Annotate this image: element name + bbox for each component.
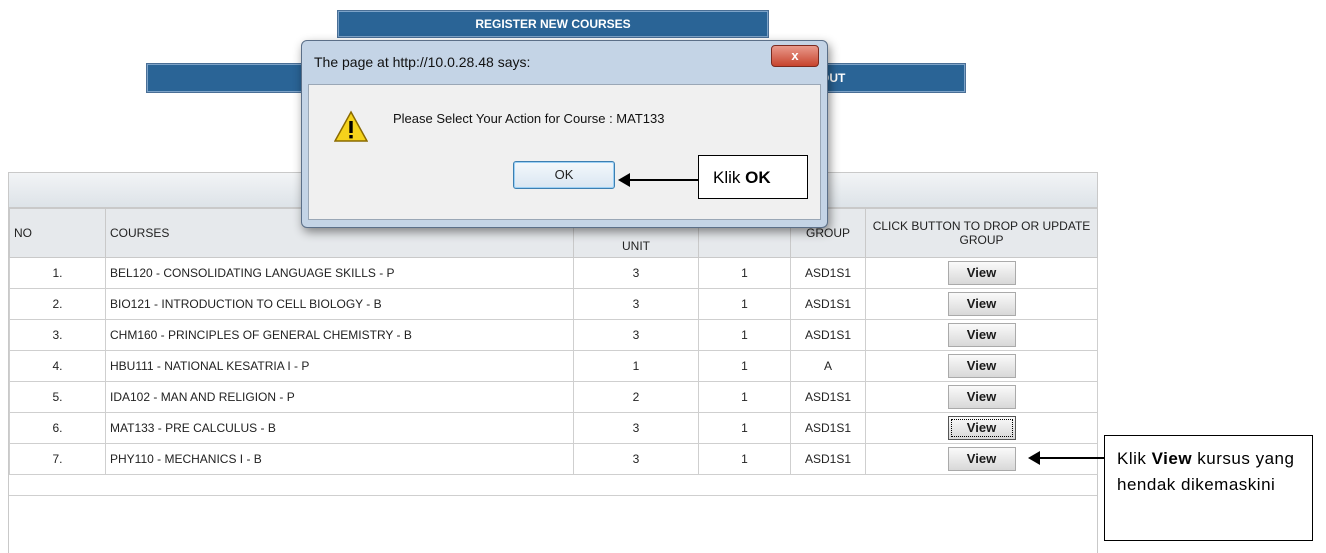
- cell-unit: 3: [573, 257, 699, 289]
- table-footer-divider: [9, 475, 1097, 496]
- ok-button[interactable]: OK: [513, 161, 615, 189]
- arrow-icon: [1028, 451, 1104, 465]
- cell-unit: 3: [573, 319, 699, 351]
- cell-taken: 1: [698, 350, 791, 382]
- table-row: 7. PHY110 - MECHANICS I - B 3 1 ASD1S1 V…: [9, 443, 1098, 475]
- cell-taken: 1: [698, 319, 791, 351]
- cell-course: MAT133 - PRE CALCULUS - B: [105, 412, 574, 444]
- arrow-icon: [618, 173, 698, 187]
- table-row: 4. HBU111 - NATIONAL KESATRIA I - P 1 1 …: [9, 350, 1098, 382]
- cell-course: CHM160 - PRINCIPLES OF GENERAL CHEMISTRY…: [105, 319, 574, 351]
- view-button[interactable]: View: [947, 354, 1016, 378]
- cell-action: View: [865, 443, 1098, 475]
- cell-group: ASD1S1: [790, 288, 866, 320]
- courses-table: NO COURSES UNIT NO. TAKEN GROUP CLICK BU…: [9, 208, 1098, 475]
- cell-action: View: [865, 381, 1098, 413]
- cell-course: HBU111 - NATIONAL KESATRIA I - P: [105, 350, 574, 382]
- cell-group: ASD1S1: [790, 319, 866, 351]
- dialog-title: The page at http://10.0.28.48 says:: [314, 54, 531, 70]
- table-row: 5. IDA102 - MAN AND RELIGION - P 2 1 ASD…: [9, 381, 1098, 413]
- callout-text: Klik: [713, 168, 746, 187]
- cell-unit: 3: [573, 288, 699, 320]
- close-button[interactable]: x: [771, 45, 819, 67]
- table-row: 3. CHM160 - PRINCIPLES OF GENERAL CHEMIS…: [9, 319, 1098, 351]
- header-action: CLICK BUTTON TO DROP OR UPDATE GROUP: [865, 208, 1098, 258]
- callout-bold: OK: [745, 168, 771, 187]
- cell-taken: 1: [698, 288, 791, 320]
- view-button[interactable]: View: [947, 447, 1016, 471]
- table-row: 6. MAT133 - PRE CALCULUS - B 3 1 ASD1S1 …: [9, 412, 1098, 444]
- cell-group: ASD1S1: [790, 412, 866, 444]
- callout-klik-ok: Klik OK: [698, 155, 808, 199]
- cell-group: ASD1S1: [790, 381, 866, 413]
- cell-action: View: [865, 412, 1098, 444]
- cell-no: 5.: [9, 381, 106, 413]
- cell-no: 3.: [9, 319, 106, 351]
- callout-text: Klik: [1117, 449, 1152, 468]
- cell-taken: 1: [698, 443, 791, 475]
- warning-icon: [334, 110, 368, 142]
- header-no: NO: [9, 208, 106, 258]
- view-button-mat133[interactable]: View: [947, 416, 1016, 440]
- cell-action: View: [865, 257, 1098, 289]
- cell-no: 4.: [9, 350, 106, 382]
- cell-action: View: [865, 350, 1098, 382]
- cell-action: View: [865, 288, 1098, 320]
- cell-course: PHY110 - MECHANICS I - B: [105, 443, 574, 475]
- cell-group: A: [790, 350, 866, 382]
- callout-klik-view: Klik View kursus yang hendak dikemaskini: [1104, 435, 1313, 541]
- cell-unit: 3: [573, 412, 699, 444]
- view-button[interactable]: View: [947, 292, 1016, 316]
- cell-course: BIO121 - INTRODUCTION TO CELL BIOLOGY - …: [105, 288, 574, 320]
- cell-taken: 1: [698, 257, 791, 289]
- cell-unit: 2: [573, 381, 699, 413]
- cell-no: 6.: [9, 412, 106, 444]
- cell-no: 7.: [9, 443, 106, 475]
- cell-course: IDA102 - MAN AND RELIGION - P: [105, 381, 574, 413]
- cell-unit: 3: [573, 443, 699, 475]
- cell-unit: 1: [573, 350, 699, 382]
- cell-course: BEL120 - CONSOLIDATING LANGUAGE SKILLS -…: [105, 257, 574, 289]
- cell-no: 1.: [9, 257, 106, 289]
- view-button[interactable]: View: [947, 385, 1016, 409]
- callout-bold: View: [1151, 449, 1193, 468]
- cell-group: ASD1S1: [790, 443, 866, 475]
- cell-no: 2.: [9, 288, 106, 320]
- table-row: 2. BIO121 - INTRODUCTION TO CELL BIOLOGY…: [9, 288, 1098, 320]
- cell-action: View: [865, 319, 1098, 351]
- dialog-message: Please Select Your Action for Course : M…: [393, 111, 665, 126]
- course-panel: CO NO COURSES UNIT NO. TAKEN GROUP CLICK…: [8, 172, 1098, 553]
- table-row: 1. BEL120 - CONSOLIDATING LANGUAGE SKILL…: [9, 257, 1098, 289]
- view-button[interactable]: View: [947, 261, 1016, 285]
- register-new-courses-button[interactable]: REGISTER NEW COURSES: [337, 10, 769, 38]
- cell-taken: 1: [698, 412, 791, 444]
- cell-group: ASD1S1: [790, 257, 866, 289]
- cell-taken: 1: [698, 381, 791, 413]
- view-button[interactable]: View: [947, 323, 1016, 347]
